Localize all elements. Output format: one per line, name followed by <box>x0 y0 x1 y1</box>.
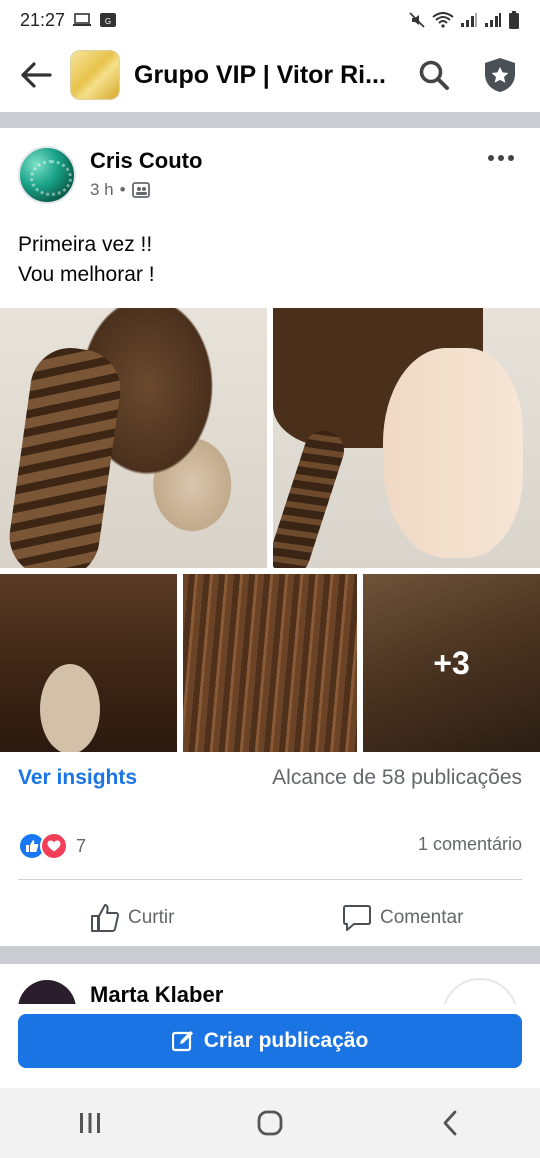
comment-icon <box>343 905 371 931</box>
actions-divider <box>18 879 522 880</box>
search-button[interactable] <box>410 51 458 99</box>
comment-label: Comentar <box>380 907 464 928</box>
notification-icon: G <box>100 13 117 27</box>
comment-button[interactable]: Comentar <box>342 894 463 942</box>
mute-icon <box>409 12 425 28</box>
meta-separator: • <box>119 180 126 199</box>
post-photo-2[interactable] <box>273 308 540 568</box>
post-time[interactable]: 3 h <box>90 180 114 200</box>
post-photo-4[interactable] <box>183 574 357 752</box>
author-name[interactable]: Cris Couto <box>90 148 202 174</box>
status-right <box>408 11 520 29</box>
create-post-label: Criar publicação <box>203 1029 369 1052</box>
post-meta: 3 h • <box>90 180 150 200</box>
more-options-icon <box>488 155 494 161</box>
next-post-badge <box>442 978 518 1004</box>
post-photo-5[interactable]: +3 <box>363 574 540 752</box>
back-button[interactable] <box>16 55 56 95</box>
like-button[interactable]: Curtir <box>90 894 174 942</box>
more-options-button[interactable] <box>484 148 518 168</box>
post-photo-3[interactable] <box>0 574 177 752</box>
home-icon <box>257 1110 283 1136</box>
edit-icon <box>171 1031 193 1052</box>
comments-count[interactable]: 1 comentário <box>418 834 522 855</box>
author-avatar[interactable] <box>18 146 76 204</box>
signal-icon <box>461 13 477 27</box>
group-title[interactable]: Grupo VIP | Vitor Ri... <box>134 61 392 90</box>
section-separator-2 <box>0 946 540 964</box>
group-cover-thumbnail[interactable] <box>70 50 120 100</box>
laptop-icon <box>73 13 92 26</box>
recent-apps-icon <box>80 1113 100 1133</box>
reactions-summary[interactable]: 7 <box>18 832 86 860</box>
thumbs-up-icon <box>91 904 120 932</box>
search-icon <box>419 60 449 90</box>
status-bar: 21:27 G <box>0 0 540 40</box>
post-reach: Alcance de 58 publicações <box>272 766 522 789</box>
shield-star-icon <box>485 58 515 92</box>
svg-text:G: G <box>105 17 111 26</box>
back-nav-button[interactable] <box>420 1098 480 1148</box>
view-insights-link[interactable]: Ver insights <box>18 766 137 790</box>
reactions-count: 7 <box>76 835 87 856</box>
like-label: Curtir <box>128 907 175 928</box>
back-nav-icon <box>443 1110 457 1136</box>
admin-tools-button[interactable] <box>476 51 524 99</box>
next-post-card: Marta Klaber <box>0 964 540 1004</box>
love-reaction-icon <box>40 832 68 860</box>
back-arrow-icon <box>21 62 52 88</box>
create-post-button[interactable]: Criar publicação <box>18 1014 522 1068</box>
system-navigation-bar <box>0 1088 540 1158</box>
next-author-name[interactable]: Marta Klaber <box>90 982 223 1004</box>
status-left: 21:27 G <box>20 10 117 31</box>
recent-apps-button[interactable] <box>60 1098 120 1148</box>
battery-icon <box>509 11 519 29</box>
next-author-avatar[interactable] <box>18 980 76 1004</box>
more-photos-count: +3 <box>433 644 470 681</box>
status-time: 21:27 <box>20 9 66 30</box>
wifi-icon <box>432 12 454 28</box>
signal-icon-2 <box>485 13 501 27</box>
group-privacy-icon <box>131 182 150 198</box>
section-separator <box>0 112 540 128</box>
home-button[interactable] <box>240 1098 300 1148</box>
post-photo-1[interactable] <box>0 308 267 568</box>
top-bar: Grupo VIP | Vitor Ri... <box>0 40 540 110</box>
post-text: Primeira vez !! Vou melhorar ! <box>18 233 155 286</box>
